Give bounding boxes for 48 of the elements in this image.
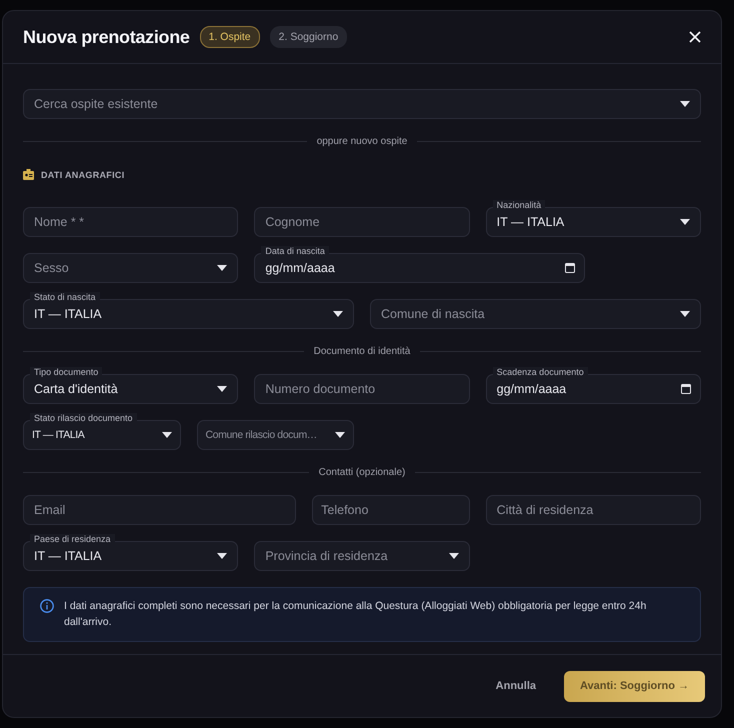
select-field[interactable]: IT — ITALIA [23,541,238,571]
calendar-icon[interactable] [565,263,576,273]
select-field[interactable]: Comune rilascio docum… [196,420,354,450]
select-field[interactable]: Sesso [23,253,238,283]
step-tab[interactable]: 2. Soggiorno [270,26,348,48]
caret-icon [217,265,228,271]
caret-icon [162,432,172,438]
date-field[interactable]: gg/mm/aaaa [254,253,586,283]
caret-icon [680,101,690,107]
select-field[interactable]: IT — ITALIA [23,299,354,329]
caret-icon [448,553,459,559]
info-icon [40,599,54,613]
dialog-title: Nuova prenotazione [23,26,190,48]
section-heading: DATI ANAGRAFICI [41,170,124,180]
field-label: Scadenza documento [492,367,588,378]
date-field[interactable]: gg/mm/aaaa [486,374,701,404]
field-label: Paese di residenza [30,534,115,545]
step-tab[interactable]: 1. Ospite [200,26,260,48]
text-field[interactable]: Nome * * [23,207,238,237]
caret-icon [680,311,690,317]
field-label: Stato di nascita [30,292,100,303]
select-field[interactable]: IT — ITALIA [486,207,701,237]
text-field[interactable]: Cognome [254,207,470,237]
select-field[interactable]: Provincia di residenza [254,541,470,571]
select-field[interactable]: IT — ITALIA [23,420,180,450]
notice-text: I dati anagrafici completi sono necessari per la comunicazione alla Questura (Alloggiati Web) obbligatoria per legge entro 24h dall'arrivo. [64,599,648,630]
caret-icon [217,386,228,392]
cancel-button[interactable]: Annulla [496,672,536,700]
text-field[interactable]: Città di residenza [486,495,701,525]
field-label: Stato rilascio documento [30,413,137,424]
field-label: Data di nascita [261,246,329,257]
section-divider-label: oppure nuovo ospite [316,136,408,147]
text-field[interactable]: Telefono [312,495,470,525]
caret-icon [335,432,345,438]
close-icon[interactable] [689,31,701,43]
section-divider-label: Contatti (opzionale) [318,467,406,478]
select-field[interactable]: Cerca ospite esistente [23,89,701,119]
caret-icon [333,311,343,317]
field-label: Tipo documento [30,367,102,378]
calendar-icon[interactable] [680,384,691,394]
section-divider-label: Documento di identità [314,346,410,357]
caret-icon [680,219,690,225]
select-field[interactable]: Comune di nascita [370,299,701,329]
text-field[interactable]: Numero documento [254,374,470,404]
caret-icon [217,553,228,559]
text-field[interactable]: Email [23,495,296,525]
id-badge-icon [23,169,34,180]
field-label: Nazionalità [492,200,546,211]
